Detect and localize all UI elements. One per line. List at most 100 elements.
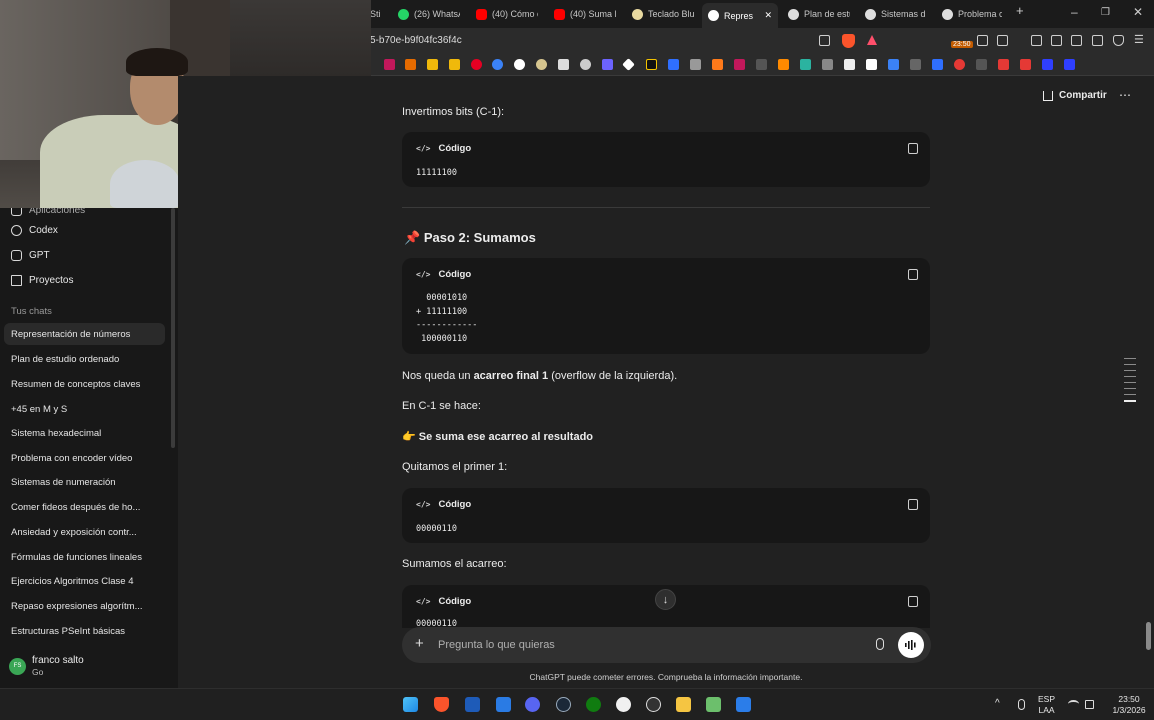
bookmark-icon[interactable] — [954, 59, 965, 70]
volume-icon[interactable] — [1085, 700, 1094, 709]
chat-item[interactable]: Ansiedad y exposición contr... — [4, 521, 165, 543]
extension-icon[interactable] — [997, 35, 1008, 46]
bookmark-icon[interactable] — [800, 59, 811, 70]
minimap-mark[interactable] — [1124, 376, 1136, 377]
bookmark-icon[interactable] — [427, 59, 438, 70]
bookmark-icon[interactable] — [756, 59, 767, 70]
chat-item[interactable]: Plan de estudio ordenado — [4, 348, 165, 370]
sidebar-scrollbar[interactable] — [171, 208, 175, 448]
bookmark-icon[interactable] — [384, 59, 395, 70]
bookmark-icon[interactable] — [668, 59, 679, 70]
brave-rewards-icon[interactable] — [867, 35, 877, 45]
bookmark-icon[interactable] — [1064, 59, 1075, 70]
tab-sistemas[interactable]: Sistemas de — [865, 4, 925, 24]
vpn-shield-icon[interactable] — [1113, 35, 1124, 46]
chat-item[interactable]: Representación de números — [4, 323, 165, 345]
tab-teclado[interactable]: Teclado Blue — [632, 4, 694, 24]
menu-icon[interactable]: ☰ — [1134, 33, 1144, 46]
steam-icon[interactable] — [556, 697, 571, 712]
maximize-button[interactable]: ❐ — [1101, 7, 1110, 18]
microphone-icon[interactable] — [876, 638, 884, 650]
tab-close-icon[interactable]: ✕ — [764, 10, 772, 21]
bookmark-icon[interactable] — [646, 59, 657, 70]
notepad-icon[interactable] — [736, 697, 751, 712]
tab-plan[interactable]: Plan de estu — [788, 4, 850, 24]
bookmark-icon[interactable] — [976, 59, 987, 70]
url-text[interactable]: 5-b70e-b9f04fc36f4c — [370, 35, 462, 46]
system-clock[interactable]: 23:50 1/3/2026 — [1110, 694, 1148, 716]
bookmark-icon[interactable] — [844, 59, 855, 70]
bookmark-icon[interactable] — [778, 59, 789, 70]
chat-item[interactable]: Sistema hexadecimal — [4, 422, 165, 444]
bookmark-icon[interactable] — [932, 59, 943, 70]
input-language[interactable]: ESP LAA — [1038, 694, 1055, 716]
brave-icon[interactable] — [434, 697, 449, 712]
app-icon[interactable] — [646, 697, 661, 712]
minimap-mark[interactable] — [1124, 382, 1136, 383]
pinterest-icon[interactable] — [471, 59, 482, 70]
google-icon[interactable] — [514, 59, 525, 70]
leo-ai-icon[interactable] — [1092, 35, 1103, 46]
g-hub-icon[interactable] — [616, 697, 631, 712]
chat-item[interactable]: Estructuras PSeInt básicas — [4, 620, 165, 642]
sidebar-item-codex[interactable]: Codex — [11, 221, 58, 239]
copy-icon[interactable] — [908, 143, 918, 154]
sidebar-item-proyectos[interactable]: Proyectos — [11, 271, 73, 289]
bookmark-icon[interactable] — [866, 59, 877, 70]
bookmark-icon[interactable] — [1020, 59, 1031, 70]
wifi-icon[interactable] — [1068, 700, 1079, 708]
discord-icon[interactable] — [525, 697, 540, 712]
user-profile[interactable]: FS franco salto Go — [9, 654, 84, 678]
new-tab-button[interactable]: + — [1016, 3, 1024, 18]
add-attachment-button[interactable]: + — [415, 635, 424, 652]
bookmark-icon[interactable] — [536, 59, 547, 70]
snipping-tool-icon[interactable] — [496, 697, 511, 712]
microphone-tray-icon[interactable] — [1018, 699, 1025, 710]
file-explorer-icon[interactable] — [676, 697, 691, 712]
more-options-button[interactable]: ⋯ — [1119, 88, 1132, 102]
minimap-mark[interactable] — [1124, 358, 1136, 359]
minimize-button[interactable]: – — [1071, 5, 1078, 19]
tab-active-representacion[interactable]: Repres ✕ — [702, 3, 778, 28]
bookmark-icon[interactable] — [405, 59, 416, 70]
extension-icon[interactable] — [977, 35, 988, 46]
bookmark-icon[interactable] — [1042, 59, 1053, 70]
minimap-mark[interactable] — [1124, 364, 1136, 365]
bookmark-icon[interactable] — [622, 58, 635, 71]
bookmark-icon[interactable] — [822, 59, 833, 70]
chat-item[interactable]: Comer fideos después de ho... — [4, 496, 165, 518]
bookmark-icon[interactable] — [580, 59, 591, 70]
bookmark-icon[interactable] — [712, 59, 723, 70]
minimap-mark-current[interactable] — [1124, 400, 1136, 402]
tab-youtube-2[interactable]: (40) Suma B — [554, 4, 616, 24]
bookmark-icon[interactable] — [690, 59, 701, 70]
music-icon[interactable] — [1031, 35, 1042, 46]
wallet-icon[interactable] — [1071, 35, 1082, 46]
copy-icon[interactable] — [908, 596, 918, 607]
chat-item[interactable]: +45 en M y S — [4, 398, 165, 420]
bookmark-icon[interactable] — [602, 59, 613, 70]
voice-mode-button[interactable] — [898, 632, 924, 658]
tab-youtube-1[interactable]: (40) Cómo c — [476, 4, 538, 24]
bookmark-icon[interactable] — [998, 59, 1009, 70]
copy-icon[interactable] — [908, 269, 918, 280]
bookmark-icon[interactable] — [910, 59, 921, 70]
chat-item[interactable]: Resumen de conceptos claves — [4, 373, 165, 395]
close-window-button[interactable]: ✕ — [1133, 5, 1143, 19]
chat-item[interactable]: Sistemas de numeración — [4, 471, 165, 493]
xbox-icon[interactable] — [586, 697, 601, 712]
tab-problema[interactable]: Problema c — [942, 4, 1002, 24]
minimap-mark[interactable] — [1124, 388, 1136, 389]
bookmark-icon[interactable] — [888, 59, 899, 70]
brave-shields-icon[interactable] — [842, 34, 855, 48]
tab-1[interactable]: Sti — [370, 4, 388, 24]
chat-item[interactable]: Ejercicios Algoritmos Clase 4 — [4, 570, 165, 592]
bookmark-icon[interactable] — [734, 59, 745, 70]
chat-scrollbar[interactable] — [1146, 622, 1151, 650]
app-icon[interactable] — [706, 697, 721, 712]
minimap-mark[interactable] — [1124, 394, 1136, 395]
prompt-input[interactable] — [438, 636, 858, 654]
chat-item[interactable]: Fórmulas de funciones lineales — [4, 546, 165, 568]
sidebar-item-gpt[interactable]: GPT — [11, 246, 50, 264]
scroll-down-button[interactable]: ↓ — [655, 589, 676, 610]
